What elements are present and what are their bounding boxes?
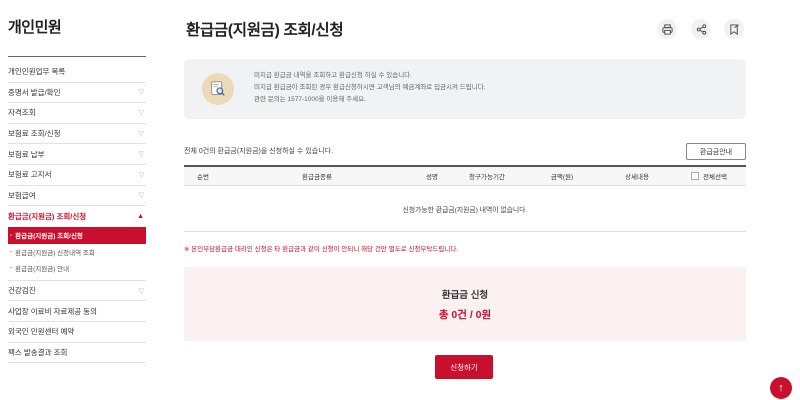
- chevron-down-icon: ▽: [138, 109, 144, 117]
- sidebar-item-benefits[interactable]: 보험급여 ▽: [8, 186, 146, 207]
- sidebar-subitem-label: 환급금(지원금) 신청내역 조회: [15, 249, 95, 257]
- sidebar-subitem-label: 환급금(지원금) 안내: [15, 265, 70, 273]
- print-button[interactable]: [657, 19, 677, 39]
- refund-summary: 환급금 신청 총 0건 / 0원: [184, 267, 746, 341]
- sidebar-subitem-label: 환급금(지원금) 조회/신청: [15, 233, 83, 241]
- apply-button[interactable]: 신청하기: [435, 355, 493, 379]
- sidebar-item-label: 보험급여: [8, 190, 36, 200]
- print-icon: [661, 23, 673, 35]
- result-count: 전체 0건의 환급금(지원금)을 신청하실 수 있습니다.: [184, 148, 334, 155]
- col-header-number: 순번: [197, 174, 209, 181]
- sidebar-item-premium-bill[interactable]: 보험료 고지서 ▽: [8, 165, 146, 186]
- sidebar-item-premium-inquiry[interactable]: 보험료 조회/신청 ▽: [8, 124, 146, 145]
- col-header-amount: 금액(원): [550, 174, 574, 181]
- sidebar-item-label: 증명서 발급/확인: [8, 87, 61, 97]
- bookmark-icon: [729, 23, 739, 35]
- col-header-refund-type: 환급금종류: [302, 174, 332, 181]
- chevron-down-icon: ▽: [138, 287, 144, 295]
- chevron-down-icon: ▽: [138, 192, 144, 200]
- refund-table: 순번 환급금종류 성명 청구가능기간 금액(원) 상세내용 전체선택 신청가능한…: [184, 165, 746, 232]
- share-button[interactable]: [691, 19, 711, 39]
- sidebar-item-label: 환급금(지원금) 조회/신청: [8, 211, 87, 221]
- sidebar-item-label: 개인민원업무 목록: [8, 67, 66, 77]
- sidebar-item-label: 자격조회: [8, 108, 36, 118]
- sidebar-item-workplace-consent[interactable]: 사업장 이료비 자료제공 동의: [8, 301, 146, 322]
- chevron-down-icon: ▽: [138, 171, 144, 179]
- col-header-select-all: 전체선택: [672, 171, 746, 181]
- sidebar-item-premium-payment[interactable]: 보험료 납부 ▽: [8, 144, 146, 165]
- empty-message: 신청가능한 환급금(지원금) 내역이 없습니다.: [184, 186, 746, 232]
- sidebar-item-civil-list[interactable]: 개인민원업무 목록: [8, 62, 146, 83]
- info-line: 미지급 환급금 내역을 조회하고 환급신청 하실 수 있습니다.: [254, 72, 412, 79]
- sidebar-item-health-checkup[interactable]: 건강검진 ▽: [8, 281, 146, 302]
- sidebar-item-label: 팩스 발송결과 조회: [8, 347, 68, 357]
- chevron-down-icon: ▽: [138, 151, 144, 159]
- table-header: 순번 환급금종류 성명 청구가능기간 금액(원) 상세내용 전체선택: [184, 165, 746, 186]
- sidebar: 개인민원 개인민원업무 목록 증명서 발급/확인 ▽ 자격조회 ▽ 보험료 조회…: [0, 0, 148, 400]
- info-text: 미지급 환급금 내역을 조회하고 환급신청 하실 수 있습니다. 미지급 환급금…: [254, 70, 486, 106]
- bookmark-button[interactable]: [724, 19, 744, 39]
- info-line: 미지급 환급금이 조회된 경우 환급신청하시면 고객님의 예금계좌로 입금시켜 …: [254, 84, 486, 91]
- scroll-top-button[interactable]: ↑: [770, 377, 792, 399]
- page-title: 환급금(지원금) 조회/신청: [186, 22, 344, 39]
- dash-icon: -: [10, 248, 13, 256]
- col-header-detail: 상세내용: [625, 174, 649, 181]
- sidebar-item-certificates[interactable]: 증명서 발급/확인 ▽: [8, 83, 146, 104]
- sidebar-item-label: 보험료 고지서: [8, 170, 52, 180]
- dash-icon: -: [10, 264, 13, 272]
- sidebar-item-refund[interactable]: 환급금(지원금) 조회/신청 ▲: [8, 206, 146, 227]
- sidebar-divider: [8, 56, 146, 57]
- sidebar-item-eligibility[interactable]: 자격조회 ▽: [8, 103, 146, 124]
- sidebar-subitem-refund-guide[interactable]: - 환급금(지원금) 안내: [8, 260, 146, 276]
- chevron-up-icon: ▲: [137, 212, 144, 220]
- sidebar-title: 개인민원: [8, 19, 62, 36]
- refund-guide-button[interactable]: 환급금안내: [686, 143, 746, 160]
- summary-total: 총 0건 / 0원: [438, 308, 492, 321]
- magnifier-icon: [202, 73, 234, 105]
- sidebar-subitem-refund-inquiry[interactable]: - 환급금(지원금) 조회/신청: [8, 226, 146, 244]
- sidebar-submenu: - 환급금(지원금) 조회/신청 - 환급금(지원금) 신청내역 조회 - 환급…: [8, 226, 146, 281]
- info-line: 관련 문의는 1577-1000을 이용해 주세요.: [254, 96, 366, 103]
- sidebar-item-label: 사업장 이료비 자료제공 동의: [8, 306, 98, 316]
- sidebar-item-label: 건강검진: [8, 286, 36, 296]
- sidebar-subitem-refund-history[interactable]: - 환급금(지원금) 신청내역 조회: [8, 244, 146, 260]
- sidebar-item-label: 보험료 납부: [8, 149, 45, 159]
- sidebar-nav: 개인민원업무 목록 증명서 발급/확인 ▽ 자격조회 ▽ 보험료 조회/신청 ▽…: [8, 62, 146, 364]
- select-all-label: 전체선택: [703, 174, 727, 181]
- sidebar-item-fax-result[interactable]: 팩스 발송결과 조회: [8, 343, 146, 364]
- col-header-name: 성명: [426, 174, 438, 181]
- summary-title: 환급금 신청: [441, 289, 489, 301]
- arrow-up-icon: ↑: [778, 382, 784, 394]
- sidebar-item-foreigner-center[interactable]: 외국인 민원센터 예약: [8, 322, 146, 343]
- chevron-down-icon: ▽: [138, 89, 144, 97]
- sidebar-item-label: 외국인 민원센터 예약: [8, 327, 75, 337]
- share-icon: [696, 23, 706, 35]
- chevron-down-icon: ▽: [138, 130, 144, 138]
- dash-icon: -: [10, 231, 13, 239]
- info-box: 미지급 환급금 내역을 조회하고 환급신청 하실 수 있습니다. 미지급 환급금…: [184, 59, 746, 119]
- sidebar-item-label: 보험료 조회/신청: [8, 129, 61, 139]
- col-header-claim-period: 청구가능기간: [469, 174, 505, 181]
- select-all-checkbox[interactable]: [691, 172, 700, 180]
- notice-text: ※ 본인부담환급금 대리인 신청은 타 환급금과 같이 신청이 안되니 해당 건…: [184, 246, 459, 253]
